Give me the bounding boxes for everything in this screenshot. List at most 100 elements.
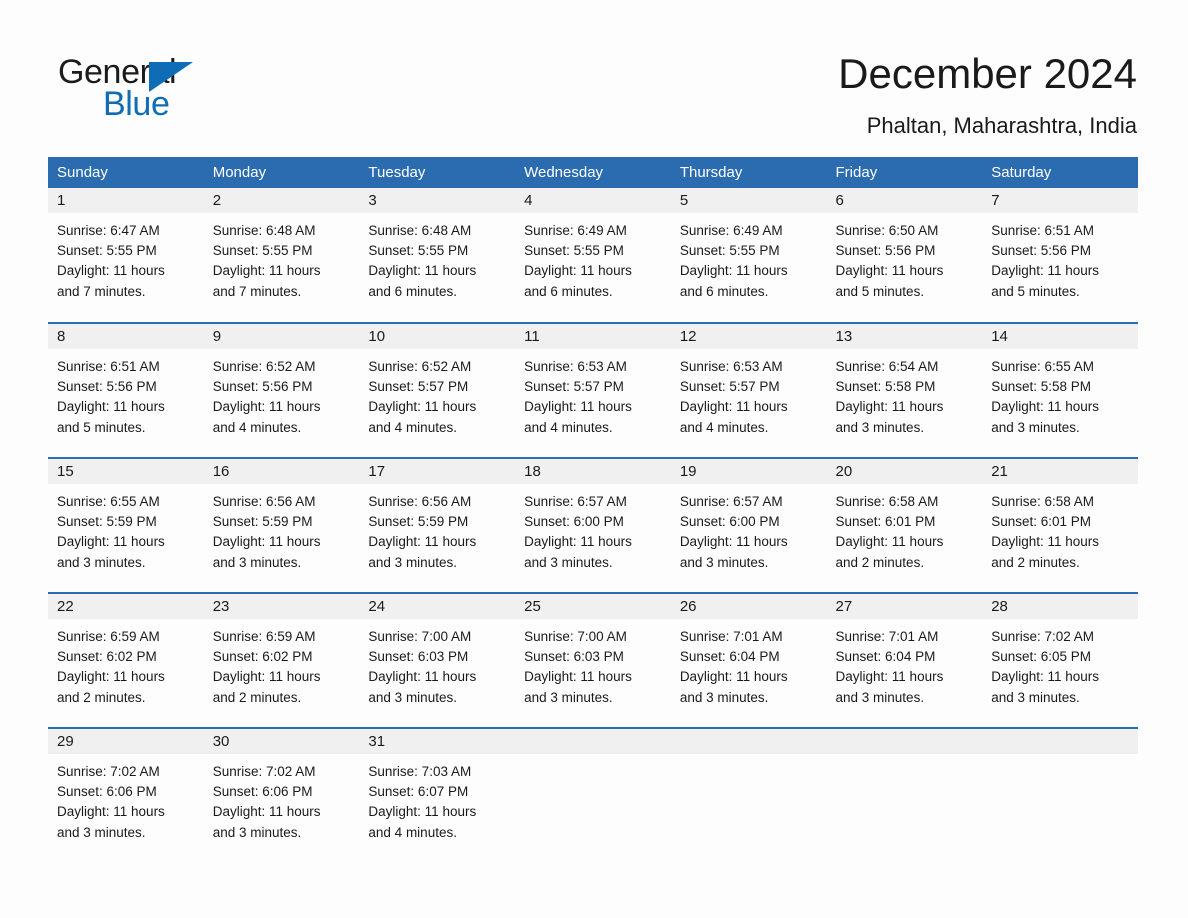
day-cell[interactable]: 15 Sunrise: 6:55 AM Sunset: 5:59 PM Dayl… [48, 457, 204, 593]
day-cell[interactable]: 24 Sunrise: 7:00 AM Sunset: 6:03 PM Dayl… [359, 592, 516, 728]
day-cell[interactable]: 3 Sunrise: 6:48 AM Sunset: 5:55 PM Dayli… [359, 188, 516, 323]
day-number: 27 [826, 594, 983, 619]
daylight-text-line1: Daylight: 11 hours [368, 399, 477, 415]
daylight-text-line1: Daylight: 11 hours [57, 534, 165, 550]
calendar-week-row: 8 Sunrise: 6:51 AM Sunset: 5:56 PM Dayli… [48, 322, 1138, 458]
sunset-text: Sunset: 5:55 PM [524, 243, 624, 259]
sunset-text: Sunset: 5:58 PM [991, 379, 1092, 395]
day-cell[interactable]: 12 Sunrise: 6:53 AM Sunset: 5:57 PM Dayl… [670, 322, 827, 458]
day-cell[interactable]: 10 Sunrise: 6:52 AM Sunset: 5:57 PM Dayl… [359, 322, 516, 458]
daylight-text-line2: and 2 minutes. [835, 554, 925, 570]
sunset-text: Sunset: 6:04 PM [835, 649, 936, 665]
weekday-header-sunday: Sunday [48, 157, 204, 188]
day-cell-empty [670, 727, 827, 848]
day-cell[interactable]: 21 Sunrise: 6:58 AM Sunset: 6:01 PM Dayl… [982, 457, 1138, 593]
daylight-text-line2: and 6 minutes. [524, 283, 613, 299]
day-cell-empty [826, 727, 983, 848]
day-number: 18 [515, 459, 671, 484]
day-number: 3 [359, 188, 516, 213]
daylight-text-line2: and 4 minutes. [212, 419, 302, 435]
day-details: Sunrise: 6:51 AM Sunset: 5:56 PM Dayligh… [982, 213, 1138, 302]
day-cell[interactable]: 19 Sunrise: 6:57 AM Sunset: 6:00 PM Dayl… [670, 457, 827, 593]
daylight-text-line2: and 2 minutes. [991, 554, 1080, 570]
location-subtitle: Phaltan, Maharashtra, India [866, 113, 1137, 138]
page-title: December 2024 [838, 50, 1137, 97]
day-number: 5 [670, 188, 827, 213]
title-block: December 2024 Phaltan, Maharashtra, Indi… [838, 48, 1137, 140]
day-cell[interactable]: 6 Sunrise: 6:50 AM Sunset: 5:56 PM Dayli… [826, 188, 983, 323]
day-details: Sunrise: 7:02 AM Sunset: 6:05 PM Dayligh… [982, 619, 1138, 708]
sunrise-text: Sunrise: 6:56 AM [368, 494, 472, 509]
day-cell[interactable]: 30 Sunrise: 7:02 AM Sunset: 6:06 PM Dayl… [203, 727, 360, 848]
calendar-week-row: 1 Sunrise: 6:47 AM Sunset: 5:55 PM Dayli… [48, 188, 1138, 323]
sunrise-text: Sunrise: 6:51 AM [57, 359, 160, 374]
sunrise-text: Sunrise: 6:55 AM [991, 359, 1095, 374]
day-cell[interactable]: 27 Sunrise: 7:01 AM Sunset: 6:04 PM Dayl… [826, 592, 983, 728]
day-number: 25 [515, 594, 671, 619]
day-cell[interactable]: 5 Sunrise: 6:49 AM Sunset: 5:55 PM Dayli… [670, 188, 827, 323]
day-cell[interactable]: 17 Sunrise: 6:56 AM Sunset: 5:59 PM Dayl… [359, 457, 516, 593]
day-cell[interactable]: 31 Sunrise: 7:03 AM Sunset: 6:07 PM Dayl… [359, 727, 516, 848]
day-details: Sunrise: 6:57 AM Sunset: 6:00 PM Dayligh… [515, 484, 671, 573]
day-details: Sunrise: 7:00 AM Sunset: 6:03 PM Dayligh… [515, 619, 671, 708]
sunrise-text: Sunrise: 7:01 AM [679, 629, 783, 644]
day-details: Sunrise: 6:56 AM Sunset: 5:59 PM Dayligh… [204, 484, 360, 573]
day-cell[interactable]: 2 Sunrise: 6:48 AM Sunset: 5:55 PM Dayli… [203, 188, 360, 323]
day-details: Sunrise: 6:53 AM Sunset: 5:57 PM Dayligh… [671, 349, 827, 438]
sunrise-text: Sunrise: 6:51 AM [991, 223, 1095, 238]
daylight-text-line1: Daylight: 11 hours [524, 263, 632, 279]
day-details [515, 754, 671, 762]
sunset-text: Sunset: 5:57 PM [524, 379, 624, 395]
day-cell[interactable]: 14 Sunrise: 6:55 AM Sunset: 5:58 PM Dayl… [982, 322, 1138, 458]
sunrise-text: Sunrise: 6:55 AM [57, 494, 160, 509]
day-details [671, 754, 827, 762]
day-cell[interactable]: 29 Sunrise: 7:02 AM Sunset: 6:06 PM Dayl… [48, 727, 204, 848]
weekday-header-wednesday: Wednesday [515, 157, 671, 188]
daylight-text-line1: Daylight: 11 hours [835, 399, 944, 415]
day-cell[interactable]: 8 Sunrise: 6:51 AM Sunset: 5:56 PM Dayli… [48, 322, 204, 458]
day-cell[interactable]: 9 Sunrise: 6:52 AM Sunset: 5:56 PM Dayli… [203, 322, 360, 458]
day-cell[interactable]: 11 Sunrise: 6:53 AM Sunset: 5:57 PM Dayl… [515, 322, 671, 458]
day-cell[interactable]: 7 Sunrise: 6:51 AM Sunset: 5:56 PM Dayli… [982, 188, 1138, 323]
daylight-text-line1: Daylight: 11 hours [524, 534, 632, 550]
day-cell[interactable]: 13 Sunrise: 6:54 AM Sunset: 5:58 PM Dayl… [826, 322, 983, 458]
day-cell[interactable]: 18 Sunrise: 6:57 AM Sunset: 6:00 PM Dayl… [515, 457, 671, 593]
day-cell[interactable]: 1 Sunrise: 6:47 AM Sunset: 5:55 PM Dayli… [48, 188, 204, 323]
daylight-text-line2: and 3 minutes. [524, 689, 613, 705]
day-cell[interactable]: 22 Sunrise: 6:59 AM Sunset: 6:02 PM Dayl… [48, 592, 204, 728]
day-cell[interactable]: 26 Sunrise: 7:01 AM Sunset: 6:04 PM Dayl… [670, 592, 827, 728]
calendar-table: Sunday Monday Tuesday Wednesday Thursday… [48, 157, 1138, 848]
day-details [827, 754, 983, 762]
sunrise-text: Sunrise: 7:02 AM [212, 764, 316, 779]
day-cell[interactable]: 20 Sunrise: 6:58 AM Sunset: 6:01 PM Dayl… [826, 457, 983, 593]
daylight-text-line2: and 3 minutes. [212, 824, 302, 840]
sunrise-text: Sunrise: 7:02 AM [991, 629, 1095, 644]
weekday-header-thursday: Thursday [670, 157, 827, 188]
day-number [515, 729, 671, 754]
sunrise-text: Sunrise: 6:48 AM [368, 223, 472, 238]
sunrise-text: Sunrise: 6:52 AM [212, 359, 316, 374]
day-number [670, 729, 827, 754]
calendar-container: Sunday Monday Tuesday Wednesday Thursday… [48, 157, 1138, 848]
day-number: 21 [982, 459, 1138, 484]
day-cell[interactable]: 4 Sunrise: 6:49 AM Sunset: 5:55 PM Dayli… [515, 188, 671, 323]
day-cell[interactable]: 28 Sunrise: 7:02 AM Sunset: 6:05 PM Dayl… [982, 592, 1138, 728]
day-cell[interactable]: 16 Sunrise: 6:56 AM Sunset: 5:59 PM Dayl… [203, 457, 360, 593]
day-number: 20 [826, 459, 983, 484]
day-cell[interactable]: 25 Sunrise: 7:00 AM Sunset: 6:03 PM Dayl… [515, 592, 671, 728]
calendar-week-row: 29 Sunrise: 7:02 AM Sunset: 6:06 PM Dayl… [48, 727, 1138, 848]
day-cell[interactable]: 23 Sunrise: 6:59 AM Sunset: 6:02 PM Dayl… [203, 592, 360, 728]
sunrise-text: Sunrise: 7:00 AM [368, 629, 472, 644]
daylight-text-line2: and 3 minutes. [57, 824, 146, 840]
daylight-text-line1: Daylight: 11 hours [991, 534, 1100, 550]
sunset-text: Sunset: 5:55 PM [679, 243, 780, 259]
sunrise-text: Sunrise: 7:02 AM [57, 764, 160, 779]
daylight-text-line2: and 6 minutes. [679, 283, 769, 299]
sunset-text: Sunset: 6:02 PM [212, 649, 313, 665]
calendar-body: 1 Sunrise: 6:47 AM Sunset: 5:55 PM Dayli… [48, 188, 1138, 848]
sunrise-text: Sunrise: 6:54 AM [835, 359, 939, 374]
daylight-text-line1: Daylight: 11 hours [679, 669, 788, 685]
weekday-header-friday: Friday [826, 157, 983, 188]
day-details: Sunrise: 6:59 AM Sunset: 6:02 PM Dayligh… [48, 619, 204, 708]
weekday-header-tuesday: Tuesday [359, 157, 516, 188]
